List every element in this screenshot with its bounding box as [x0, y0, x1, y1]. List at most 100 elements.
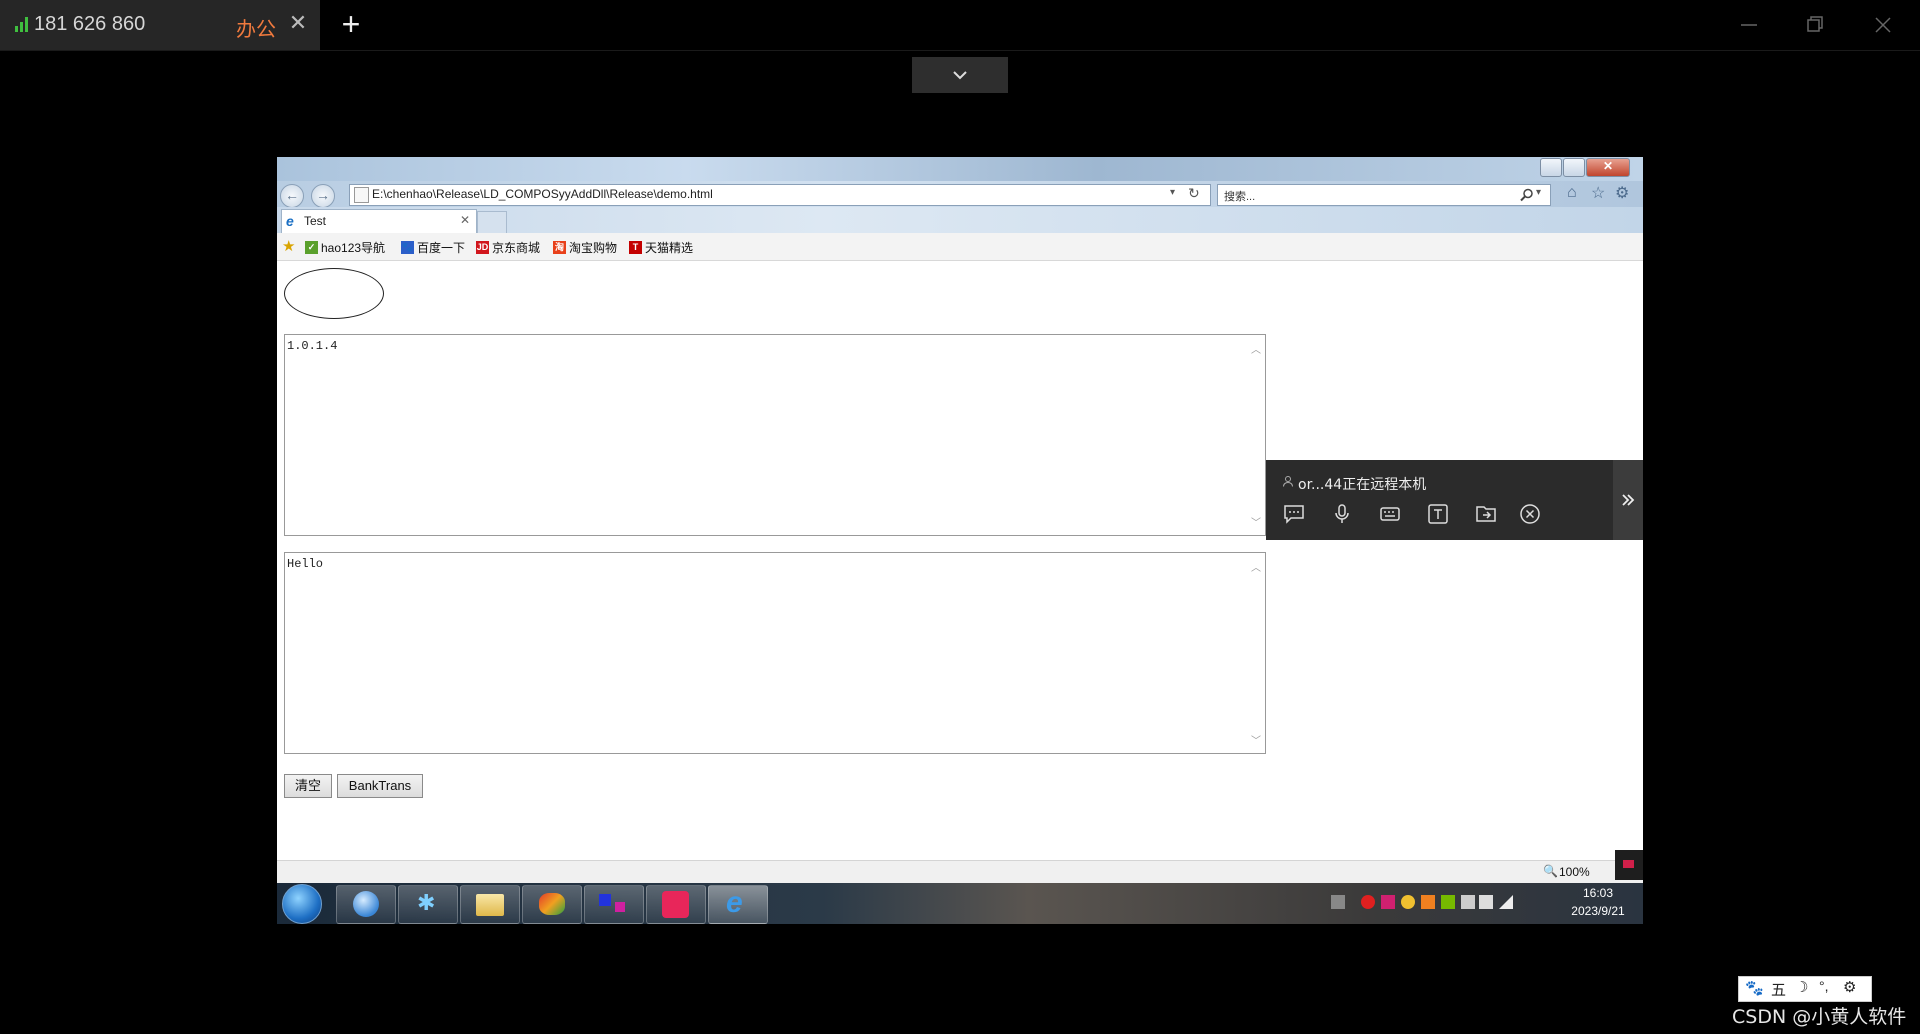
- speaker-muted-icon[interactable]: [1461, 895, 1475, 909]
- search-placeholder: 搜索...: [1224, 191, 1256, 203]
- tab-close-icon[interactable]: ✕: [287, 10, 309, 36]
- scroll-down-icon[interactable]: ﹀: [1251, 514, 1261, 529]
- zoom-level[interactable]: 100%: [1559, 865, 1590, 879]
- page-icon: [354, 187, 369, 203]
- favorite-taobao[interactable]: 淘 淘宝购物: [553, 239, 617, 256]
- address-text: E:\chenhao\Release\LD_COMPOSyyAddDll\Rel…: [372, 187, 713, 201]
- start-button[interactable]: [282, 884, 322, 924]
- favorite-tmall[interactable]: T 天猫精选: [629, 239, 693, 256]
- version-text: 1.0.1.4: [287, 339, 338, 353]
- zoom-icon[interactable]: 🔍: [1543, 864, 1558, 878]
- jd-icon: JD: [476, 241, 489, 254]
- ie-logo-icon: e: [726, 886, 743, 919]
- spider-icon: ✱: [417, 890, 436, 915]
- taskbar-browser-button[interactable]: [336, 885, 396, 924]
- tool-tray-icon[interactable]: [1421, 895, 1435, 909]
- clock-date[interactable]: 2023/9/21: [1561, 904, 1635, 918]
- connection-id: 181 626 860: [34, 13, 146, 35]
- address-bar[interactable]: E:\chenhao\Release\LD_COMPOSyyAddDll\Rel…: [349, 184, 1211, 206]
- scroll-down-icon[interactable]: ﹀: [1251, 732, 1261, 747]
- remote-tray-icon[interactable]: [1381, 895, 1395, 909]
- gear-icon[interactable]: ⚙: [1843, 978, 1856, 996]
- chat-icon[interactable]: [1282, 502, 1306, 526]
- ie-logo-icon: e: [286, 213, 294, 229]
- network-node-icon: [615, 902, 625, 912]
- back-arrow-icon: ←: [285, 187, 299, 203]
- chevron-down-icon: [953, 71, 967, 80]
- ie-close-button[interactable]: ✕: [1586, 158, 1630, 177]
- side-panel-tab[interactable]: [1615, 850, 1643, 880]
- search-box[interactable]: 搜索... ▾: [1217, 184, 1551, 206]
- home-icon[interactable]: ⌂: [1567, 184, 1577, 202]
- sogou-icon[interactable]: [1361, 895, 1375, 909]
- taskbar-ie-button[interactable]: e: [708, 885, 768, 924]
- signal-strength-icon[interactable]: [1499, 895, 1513, 909]
- taskbar-remote-button[interactable]: [646, 885, 706, 924]
- toolbar-expand-button[interactable]: [1613, 460, 1643, 540]
- ellipse-object[interactable]: [284, 268, 384, 319]
- new-tab-button[interactable]: [477, 211, 507, 234]
- watermark: CSDN @小黄人软件: [1732, 1006, 1907, 1028]
- color-tray-icon[interactable]: [1401, 895, 1415, 909]
- forward-button[interactable]: →: [311, 184, 335, 208]
- output-text: Hello: [287, 557, 324, 571]
- back-button[interactable]: ←: [280, 184, 304, 208]
- toolbar-dropdown-button[interactable]: [912, 57, 1008, 93]
- scroll-up-icon[interactable]: ︿: [1251, 341, 1261, 356]
- taskbar-network-button[interactable]: [584, 885, 644, 924]
- minimize-icon[interactable]: [1734, 10, 1764, 40]
- windows-taskbar: ✱ e 16:03 2023/9/21: [277, 883, 1643, 924]
- tab-test[interactable]: e Test ✕: [281, 209, 477, 234]
- dropdown-arrow-icon[interactable]: ▾: [1170, 187, 1175, 198]
- ie-restore-button[interactable]: [1563, 158, 1585, 177]
- taskbar-app-button[interactable]: [522, 885, 582, 924]
- network-icon: [599, 894, 611, 906]
- file-transfer-icon[interactable]: [1474, 502, 1498, 526]
- new-tab-button[interactable]: +: [336, 6, 366, 43]
- punctuation-icon[interactable]: °,: [1819, 978, 1829, 994]
- paw-icon[interactable]: 🐾: [1745, 979, 1764, 997]
- ime-toolbar: 🐾 五 ☽ °, ⚙: [1738, 976, 1872, 1002]
- output-textarea[interactable]: Hello ︿ ﹀: [284, 552, 1266, 754]
- scroll-up-icon[interactable]: ︿: [1251, 559, 1261, 574]
- keyboard-icon[interactable]: [1378, 502, 1402, 526]
- scrollbar[interactable]: ︿ ﹀: [1248, 335, 1265, 535]
- keyboard-icon[interactable]: [1331, 895, 1345, 909]
- banktrans-button[interactable]: BankTrans: [337, 774, 423, 798]
- remote-control-toolbar: or...44正在远程本机: [1266, 460, 1643, 540]
- taskbar-tool-button[interactable]: ✱: [398, 885, 458, 924]
- search-icon[interactable]: [1520, 188, 1534, 202]
- session-tab[interactable]: 181 626 860 办公 ✕: [0, 0, 320, 50]
- ie-minimize-button[interactable]: [1540, 158, 1562, 177]
- scrollbar[interactable]: ︿ ﹀: [1248, 553, 1265, 753]
- gear-icon[interactable]: ⚙: [1615, 183, 1629, 203]
- favorites-star-icon[interactable]: ☆: [1591, 183, 1605, 203]
- favorite-baidu[interactable]: 🐾 百度一下: [401, 239, 465, 256]
- restore-icon[interactable]: [1800, 10, 1830, 40]
- refresh-icon[interactable]: ↻: [1188, 185, 1200, 202]
- remote-app-icon: [662, 891, 689, 918]
- favorites-bar: ★ ✓ hao123导航 🐾 百度一下 JD 京东商城 淘 淘宝购物 T 天猫精…: [277, 233, 1643, 261]
- ime-mode-label[interactable]: 五: [1771, 979, 1786, 1000]
- tab-close-icon[interactable]: ✕: [460, 213, 470, 227]
- page-content: 1.0.1.4 ︿ ﹀ Hello ︿ ﹀ 清空 BankTrans: [277, 261, 1643, 860]
- close-icon[interactable]: [1868, 10, 1898, 40]
- taobao-icon: 淘: [553, 241, 566, 254]
- text-icon[interactable]: [1426, 502, 1450, 526]
- version-textarea[interactable]: 1.0.1.4 ︿ ﹀: [284, 334, 1266, 536]
- ie-status-bar: 🔍 100%: [277, 860, 1643, 883]
- favorite-jd[interactable]: JD 京东商城: [476, 239, 540, 256]
- moon-icon[interactable]: ☽: [1795, 978, 1808, 996]
- favorites-star-icon[interactable]: ★: [282, 237, 295, 255]
- clear-button[interactable]: 清空: [284, 774, 332, 798]
- favorite-hao123[interactable]: ✓ hao123导航: [305, 239, 385, 256]
- disconnect-icon[interactable]: [1518, 502, 1542, 526]
- dropdown-arrow-icon[interactable]: ▾: [1536, 187, 1541, 198]
- power-icon[interactable]: [1479, 895, 1493, 909]
- double-chevron-right-icon: [1622, 494, 1635, 506]
- taskbar-explorer-button[interactable]: [460, 885, 520, 924]
- hao123-icon: ✓: [305, 241, 318, 254]
- clock-time[interactable]: 16:03: [1575, 886, 1621, 900]
- microphone-icon[interactable]: [1330, 502, 1354, 526]
- nvidia-icon[interactable]: [1441, 895, 1455, 909]
